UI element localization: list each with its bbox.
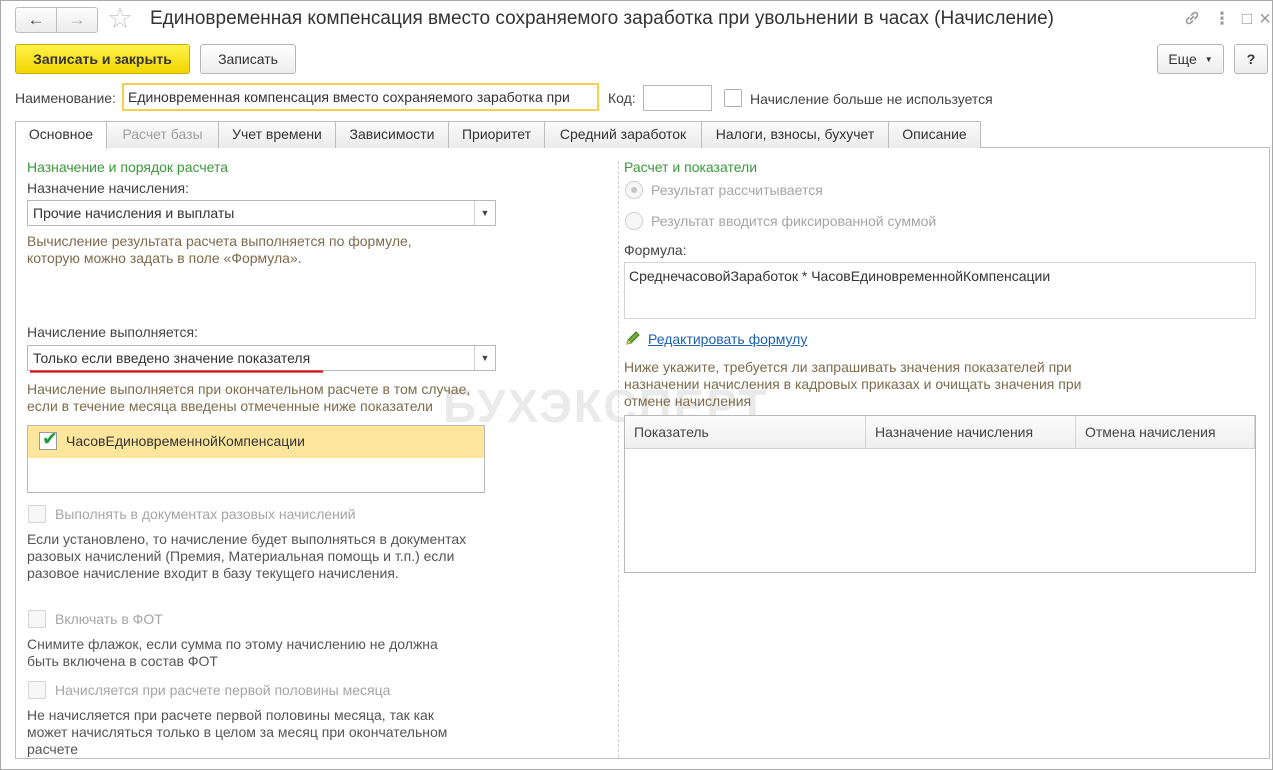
column-header-cancellation[interactable]: Отмена начисления [1076, 416, 1255, 448]
radio-calculated-label: Результат рассчитывается [651, 182, 823, 198]
tab-main[interactable]: Основное [15, 121, 107, 149]
column-header-indicator[interactable]: Показатель [625, 416, 866, 448]
not-used-checkbox[interactable] [724, 89, 742, 107]
tab-taxes[interactable]: Налоги, взносы, бухучет [701, 121, 889, 148]
tab-description[interactable]: Описание [888, 121, 981, 148]
maximize-icon[interactable]: □ [1237, 9, 1257, 29]
purpose-select[interactable]: Прочие начисления и выплаты ▼ [27, 200, 496, 226]
more-vertical-icon[interactable]: ⋮ [1212, 9, 1232, 29]
fot-hint: Снимите флажок, если сумма по этому начи… [27, 636, 438, 669]
radio-calculated[interactable] [625, 181, 643, 199]
one-time-checkbox[interactable] [28, 505, 46, 523]
performed-hint: Начисление выполняется при окончательном… [27, 381, 471, 414]
tab-average-earnings[interactable]: Средний заработок [544, 121, 702, 148]
forward-button[interactable]: → [56, 7, 98, 33]
name-input[interactable]: Единовременная компенсация вместо сохран… [122, 83, 599, 111]
title-bar: ← → ☆ Единовременная компенсация вместо … [1, 1, 1272, 39]
group-title-calculation: Расчет и показатели [624, 159, 758, 175]
tab-priority[interactable]: Приоритет [448, 121, 545, 148]
indicator-name: ЧасовЕдиновременнойКомпенсации [66, 433, 305, 449]
indicators-hint: Ниже укажите, требуется ли запрашивать з… [624, 359, 1082, 409]
link-icon[interactable] [1182, 9, 1202, 32]
performed-select-value: Только если введено значение показателя [33, 350, 311, 366]
dropdown-arrow-icon: ▼ [1204, 55, 1213, 64]
close-icon[interactable]: × [1255, 9, 1273, 29]
arrow-right-icon: → [68, 10, 86, 29]
indicators-table[interactable]: Показатель Назначение начисления Отмена … [624, 415, 1256, 573]
more-actions-button[interactable]: Еще ▼ [1157, 44, 1224, 74]
tab-base-calculation[interactable]: Расчет базы [106, 121, 219, 148]
checkmark-icon: ✔ [42, 429, 58, 450]
performed-label: Начисление выполняется: [27, 324, 198, 340]
indicator-checkbox[interactable]: ✔ [39, 429, 58, 450]
radio-dot [631, 187, 637, 193]
back-button[interactable]: ← [15, 7, 57, 33]
half-month-hint: Не начисляется при расчете первой полови… [27, 707, 448, 757]
list-item[interactable]: ✔ ЧасовЕдиновременнойКомпенсации [28, 426, 484, 458]
indicators-list[interactable]: ✔ ЧасовЕдиновременнойКомпенсации [27, 425, 485, 493]
more-actions-label: Еще [1168, 51, 1197, 67]
tab-dependencies[interactable]: Зависимости [335, 121, 449, 148]
purpose-label: Назначение начисления: [27, 180, 189, 196]
edit-formula-link[interactable]: Редактировать формулу [648, 331, 807, 347]
form-window: ← → ☆ Единовременная компенсация вместо … [0, 0, 1273, 770]
pencil-icon[interactable] [625, 330, 641, 349]
radio-fixed-label: Результат вводится фиксированной суммой [651, 213, 937, 229]
not-used-label: Начисление больше не используется [750, 91, 993, 107]
purpose-hint: Вычисление результата расчета выполняетс… [27, 233, 412, 266]
name-label: Наименование: [15, 90, 116, 106]
formula-label: Формула: [624, 242, 687, 258]
favorite-star-icon[interactable]: ☆ [107, 2, 133, 36]
dropdown-arrow-icon[interactable]: ▼ [474, 346, 495, 370]
fot-label: Включать в ФОТ [55, 611, 163, 627]
dropdown-arrow-icon[interactable]: ▼ [474, 201, 495, 225]
half-month-checkbox[interactable] [28, 681, 46, 699]
annotation-underline [30, 370, 323, 373]
save-button[interactable]: Записать [200, 44, 296, 74]
code-input[interactable] [643, 85, 712, 111]
one-time-hint: Если установлено, то начисление будет вы… [27, 531, 467, 581]
formula-field[interactable]: СреднечасовойЗаработок * ЧасовЕдиновреме… [624, 262, 1256, 319]
half-month-label: Начисляется при расчете первой половины … [55, 682, 391, 698]
window-title: Единовременная компенсация вместо сохран… [150, 8, 1055, 29]
help-button[interactable]: ? [1234, 44, 1268, 74]
one-time-label: Выполнять в документах разовых начислени… [55, 506, 356, 522]
tab-time-accounting[interactable]: Учет времени [218, 121, 336, 148]
column-header-assignment[interactable]: Назначение начисления [866, 416, 1076, 448]
code-label: Код: [608, 90, 636, 106]
radio-fixed[interactable] [625, 212, 643, 230]
purpose-select-value: Прочие начисления и выплаты [33, 205, 235, 221]
table-header: Показатель Назначение начисления Отмена … [625, 416, 1255, 449]
fot-checkbox[interactable] [28, 610, 46, 628]
group-title-purpose: Назначение и порядок расчета [27, 159, 229, 175]
performed-select[interactable]: Только если введено значение показателя … [27, 345, 496, 371]
save-and-close-button[interactable]: Записать и закрыть [15, 44, 190, 74]
column-divider [618, 161, 619, 757]
arrow-left-icon: ← [27, 10, 45, 29]
